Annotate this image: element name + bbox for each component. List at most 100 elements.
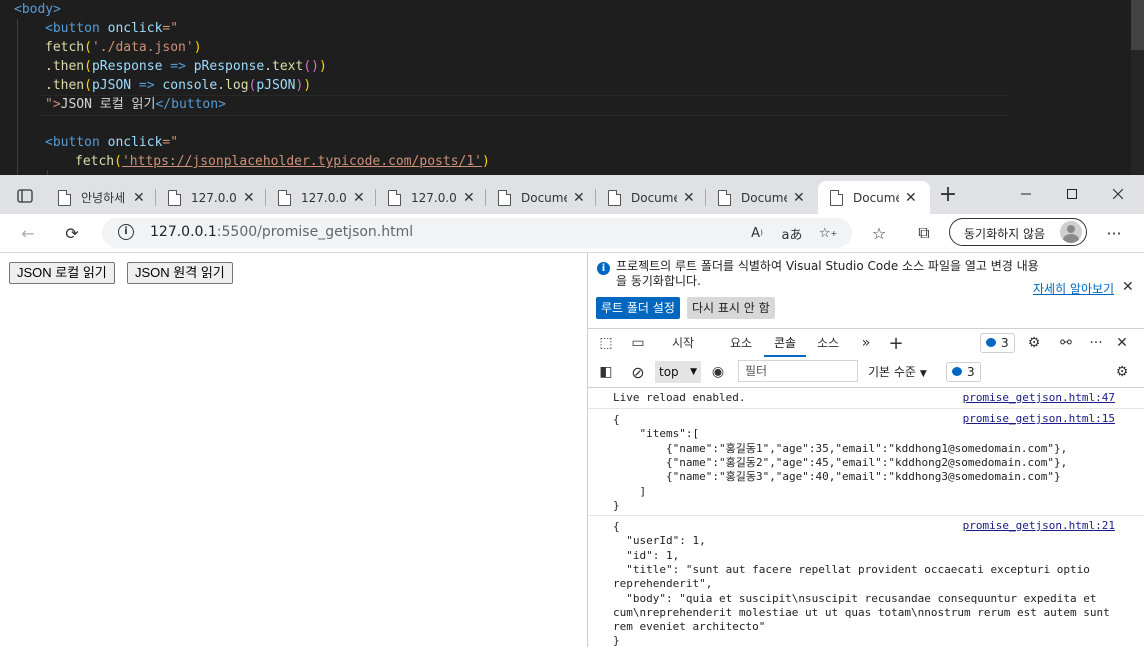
eye-icon[interactable]: ◉	[708, 362, 728, 382]
site-info-icon[interactable]: i	[118, 224, 134, 240]
add-favorite-icon[interactable]: ☆ +	[816, 222, 840, 244]
console-settings-icon[interactable]: ⚙	[1112, 362, 1132, 382]
clear-console-icon[interactable]: ⊘	[628, 362, 648, 382]
code-token: pJSON	[256, 78, 296, 93]
tab-elements[interactable]: 요소	[716, 329, 766, 357]
learn-more-link[interactable]: 자세히 알아보기	[1033, 280, 1114, 297]
code-token: )	[482, 154, 490, 169]
address-bar[interactable]: i 127.0.0.1:5500/promise_getjson.html A)…	[102, 218, 852, 248]
console-line: "id": 1,	[613, 548, 680, 562]
add-tab-icon[interactable]: +	[886, 333, 906, 354]
tab-welcome[interactable]: 시작	[658, 329, 708, 357]
code-editor[interactable]: <body> <button onclick=" fetch('./data.j…	[0, 0, 1144, 175]
translate-icon[interactable]: aあ	[780, 222, 804, 244]
filter-input[interactable]: 필터	[738, 360, 858, 382]
close-tab-icon[interactable]: ✕	[243, 190, 255, 206]
source-link[interactable]: promise_getjson.html:15	[963, 412, 1115, 425]
code-line: ">JSON 로컬 읽기</button>	[45, 95, 226, 114]
context-select[interactable]: top ▼	[655, 361, 701, 383]
browser-tab[interactable]: Docume ✕	[596, 181, 706, 214]
caret-down-icon: ▼	[690, 367, 697, 377]
close-tab-icon[interactable]: ✕	[683, 190, 695, 206]
read-aloud-icon[interactable]: A)	[745, 222, 769, 244]
close-tab-icon[interactable]: ✕	[353, 190, 365, 206]
code-token: onclick	[107, 21, 163, 36]
maximize-icon	[1067, 189, 1077, 199]
close-tab-icon[interactable]: ✕	[133, 190, 145, 206]
console-message: promise_getjson.html:15 { "items":[ {"na…	[588, 409, 1144, 516]
close-devtools-icon[interactable]: ✕	[1112, 333, 1132, 353]
tab-strip: 안녕하세 ✕ 127.0.0.1 ✕ 127.0.0.1 ✕ 127.0.0.1 ✕ D…	[0, 175, 1144, 214]
close-window-button[interactable]	[1098, 181, 1138, 207]
json-remote-button[interactable]: JSON 원격 읽기	[127, 262, 233, 284]
more-tabs-icon[interactable]: »	[856, 333, 876, 353]
close-icon	[1113, 189, 1123, 199]
maximize-button[interactable]	[1052, 181, 1092, 207]
console-output[interactable]: Live reload enabled. promise_getjson.htm…	[588, 388, 1144, 647]
set-root-folder-button[interactable]: 루트 폴더 설정	[596, 297, 680, 319]
console-line: "title": "sunt aut facere repellat provi…	[613, 562, 1090, 576]
code-token: text	[272, 59, 304, 74]
code-token: =>	[131, 78, 163, 93]
json-local-button[interactable]: JSON 로컬 읽기	[9, 262, 115, 284]
console-message: promise_getjson.html:21 { "userId": 1, "…	[588, 516, 1144, 647]
banner-message: 프로젝트의 루트 폴더를 식별하여 Visual Studio Code 소스 …	[616, 259, 1039, 288]
code-token: <body>	[14, 2, 61, 17]
editor-scrollbar[interactable]	[1131, 0, 1144, 175]
tab-console[interactable]: 콘솔	[764, 329, 806, 357]
code-token: console	[162, 78, 218, 93]
browser-tab[interactable]: 127.0.0.1 ✕	[376, 181, 486, 214]
code-token: (	[84, 40, 92, 55]
browser-tab[interactable]: Docume ✕	[706, 181, 816, 214]
console-line: rem eveniet architecto"	[613, 620, 766, 634]
minimize-button[interactable]	[1006, 181, 1046, 207]
sidebar-toggle-icon[interactable]: ◧	[596, 362, 616, 382]
more-options-icon[interactable]: ···	[1086, 333, 1106, 353]
source-link[interactable]: promise_getjson.html:21	[963, 519, 1115, 532]
close-tab-icon[interactable]: ✕	[573, 190, 585, 206]
back-button[interactable]: ←	[14, 220, 42, 246]
code-line: fetch('https://jsonplaceholder.typicode.…	[75, 152, 490, 171]
url-text[interactable]: 127.0.0.1:5500/promise_getjson.html	[150, 224, 413, 240]
banner-close-icon[interactable]: ✕	[1122, 279, 1134, 295]
settings-menu-button[interactable]: ···	[1100, 220, 1128, 246]
console-line: {"name":"홍길동2","age":45,"email":"kddhong…	[613, 455, 1068, 469]
document-icon	[278, 189, 291, 206]
console-line: }	[613, 634, 620, 647]
browser-tab[interactable]: 127.0.0.1 ✕	[156, 181, 266, 214]
new-tab-button[interactable]: +	[936, 183, 960, 207]
code-token: <button	[45, 21, 100, 36]
log-level-select[interactable]: 기본 수준 ▼	[868, 361, 927, 385]
gear-icon[interactable]: ⚙	[1024, 333, 1044, 353]
collections-button[interactable]: ⧉	[910, 220, 938, 246]
tab-sources[interactable]: 소스	[808, 329, 848, 357]
issues-badge[interactable]: 3	[980, 333, 1015, 353]
inspect-element-icon[interactable]: ⬚	[596, 333, 616, 353]
close-tab-icon[interactable]: ✕	[463, 190, 475, 206]
browser-toolbar: ← ⟳ i 127.0.0.1:5500/promise_getjson.htm…	[0, 214, 1144, 253]
browser-tab[interactable]: Docume ✕	[486, 181, 596, 214]
source-link[interactable]: promise_getjson.html:47	[963, 391, 1115, 404]
console-line: {"name":"홍길동1","age":35,"email":"kddhong…	[613, 441, 1068, 455]
device-emulation-icon[interactable]: ▭	[628, 333, 648, 353]
issues-badge-console[interactable]: 3	[946, 362, 981, 382]
code-token: fetch	[45, 40, 85, 55]
document-icon	[58, 189, 71, 206]
editor-scroll-thumb[interactable]	[1131, 0, 1144, 50]
browser-tab[interactable]: 127.0.0.1 ✕	[266, 181, 376, 214]
close-tab-icon[interactable]: ✕	[793, 190, 805, 206]
dont-show-again-button[interactable]: 다시 표시 안 함	[687, 297, 775, 319]
tab-actions-button[interactable]	[8, 184, 42, 208]
document-icon	[718, 189, 731, 206]
code-line: <button onclick="	[45, 19, 178, 38]
code-token: pResponse	[91, 59, 163, 74]
profile-sync-button[interactable]: 동기화하지 않음	[949, 218, 1087, 246]
code-token: ">	[45, 97, 61, 112]
browser-tab[interactable]: 안녕하세 ✕	[46, 181, 156, 214]
favorites-button[interactable]: ☆	[865, 220, 893, 246]
browser-tab-active[interactable]: Docume ✕	[818, 181, 930, 214]
collections-icon: ⧉	[918, 223, 930, 242]
close-tab-icon[interactable]: ✕	[905, 190, 917, 206]
refresh-button[interactable]: ⟳	[58, 220, 86, 246]
customize-icon[interactable]: ⚯	[1056, 333, 1076, 353]
